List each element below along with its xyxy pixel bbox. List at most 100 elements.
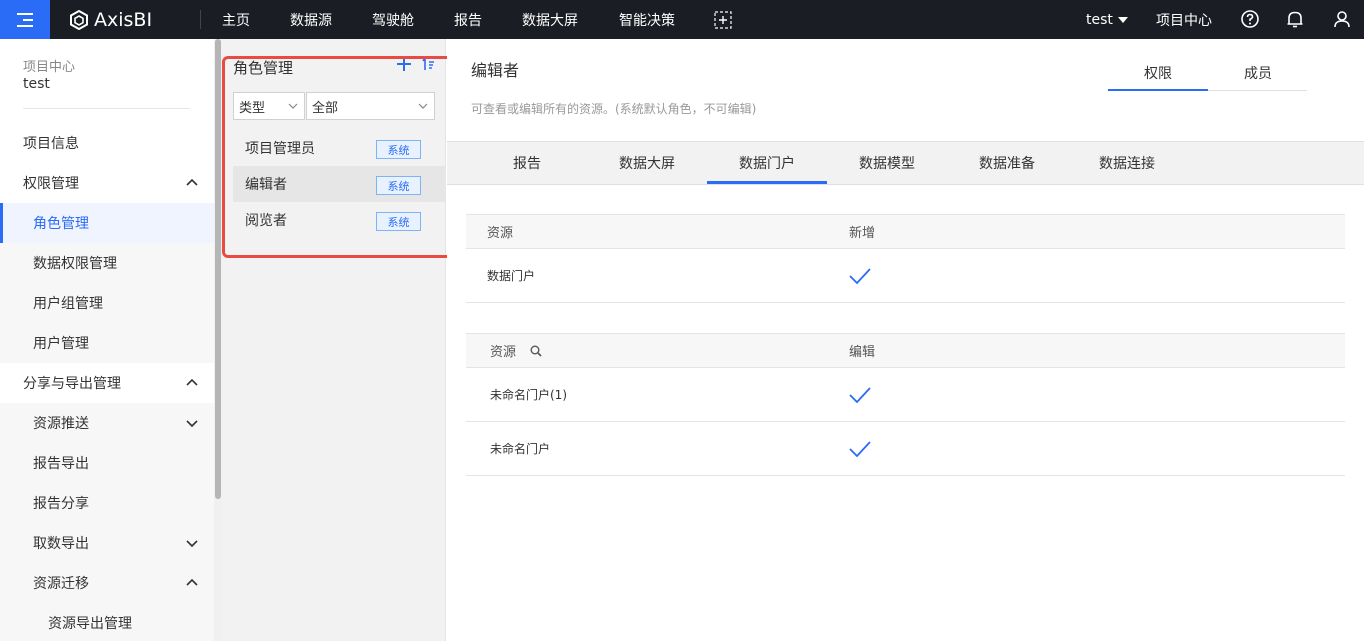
app-logo[interactable]: AxisBI bbox=[70, 0, 152, 39]
table-row: 未命名门户(1) bbox=[466, 368, 1345, 422]
sidebar-item-label: 权限管理 bbox=[23, 176, 79, 192]
nav-smart-decision[interactable]: 智能决策 bbox=[619, 10, 689, 30]
sidebar-item-resource-migration[interactable]: 资源迁移 bbox=[0, 563, 214, 603]
chevron-down-icon bbox=[186, 420, 198, 428]
check-icon bbox=[849, 267, 871, 284]
menu-icon bbox=[17, 12, 33, 27]
table-header: 资源 编辑 bbox=[466, 333, 1345, 368]
resource-name: 未命名门户 bbox=[490, 442, 551, 456]
sidebar-item-role-management[interactable]: 角色管理 bbox=[0, 203, 214, 243]
tab-data-model[interactable]: 数据模型 bbox=[827, 142, 947, 184]
role-name: 项目管理员 bbox=[245, 141, 315, 157]
table-row: 数据门户 bbox=[466, 249, 1345, 303]
help-icon[interactable] bbox=[1240, 9, 1260, 29]
sidebar-item-label: 用户管理 bbox=[33, 336, 89, 352]
resource-tab-bar: 报告 数据大屏 数据门户 数据模型 数据准备 数据连接 bbox=[447, 141, 1364, 185]
permission-cell bbox=[849, 422, 871, 475]
chevron-down-icon bbox=[418, 103, 428, 109]
role-item-editor[interactable]: 编辑者 系统 bbox=[233, 166, 446, 202]
sidebar-item-label: 取数导出 bbox=[33, 536, 89, 552]
sidebar-item-label: 资源导出管理 bbox=[48, 616, 132, 632]
user-icon[interactable] bbox=[1333, 10, 1351, 28]
chevron-up-icon bbox=[186, 378, 198, 386]
bell-icon[interactable] bbox=[1286, 9, 1304, 29]
check-icon bbox=[849, 440, 871, 457]
tab-report[interactable]: 报告 bbox=[467, 142, 587, 184]
user-menu[interactable]: test bbox=[1086, 0, 1128, 39]
check-icon bbox=[849, 386, 871, 403]
sidebar-item-report-share[interactable]: 报告分享 bbox=[0, 483, 214, 523]
column-resource: 资源 bbox=[487, 226, 514, 241]
logo-icon bbox=[70, 9, 88, 30]
resource-name: 数据门户 bbox=[487, 269, 536, 283]
tab-members[interactable]: 成员 bbox=[1208, 63, 1308, 91]
project-center-link[interactable]: 项目中心 bbox=[1156, 0, 1212, 39]
column-resource-label: 资源 bbox=[490, 345, 517, 360]
sidebar-item-report-export[interactable]: 报告导出 bbox=[0, 443, 214, 483]
scrollbar-thumb[interactable] bbox=[215, 39, 221, 499]
tab-data-prep[interactable]: 数据准备 bbox=[947, 142, 1067, 184]
tab-data-screen[interactable]: 数据大屏 bbox=[587, 142, 707, 184]
sidebar: 项目中心 test 项目信息 权限管理 角色管理 数据权限管理 用户组管理 用户… bbox=[0, 39, 214, 641]
nav-datascreen[interactable]: 数据大屏 bbox=[522, 10, 592, 30]
sidebar-item-label: 角色管理 bbox=[33, 216, 89, 232]
role-panel-title: 角色管理 bbox=[233, 59, 294, 77]
role-item-viewer[interactable]: 阅览者 系统 bbox=[233, 202, 446, 238]
sidebar-item-resource-push[interactable]: 资源推送 bbox=[0, 403, 214, 443]
column-resource: 资源 bbox=[490, 334, 542, 367]
project-center-label: 项目中心 bbox=[23, 60, 76, 75]
all-filter-select[interactable]: 全部 bbox=[306, 92, 435, 120]
project-name: test bbox=[23, 76, 50, 92]
search-icon[interactable] bbox=[530, 345, 542, 357]
type-filter-select[interactable]: 类型 bbox=[233, 92, 305, 120]
sidebar-item-label: 报告导出 bbox=[33, 456, 89, 472]
nav-cockpit[interactable]: 驾驶舱 bbox=[372, 10, 432, 30]
top-bar: AxisBI 主页 数据源 驾驶舱 报告 数据大屏 智能决策 test 项目中心 bbox=[0, 0, 1364, 39]
sidebar-item-user-group[interactable]: 用户组管理 bbox=[0, 283, 214, 323]
main-content: 编辑者 可查看或编辑所有的资源。(系统默认角色，不可编辑) 权限 成员 报告 数… bbox=[447, 39, 1364, 641]
caret-down-icon bbox=[1117, 16, 1128, 23]
chevron-down-icon bbox=[186, 540, 198, 548]
page-description: 可查看或编辑所有的资源。(系统默认角色，不可编辑) bbox=[471, 102, 757, 116]
system-badge: 系统 bbox=[376, 212, 421, 231]
sidebar-item-label: 分享与导出管理 bbox=[23, 376, 121, 392]
divider bbox=[23, 108, 190, 109]
column-add: 新增 bbox=[849, 226, 876, 241]
sidebar-item-resource-export-management[interactable]: 资源导出管理 bbox=[0, 603, 214, 641]
all-filter-value: 全部 bbox=[312, 100, 339, 116]
role-panel: 角色管理 类型 全部 项目管理员 系统 编辑者 系统 阅览者 系统 bbox=[222, 39, 446, 641]
sidebar-scrollbar[interactable] bbox=[214, 39, 222, 641]
type-filter-value: 类型 bbox=[239, 100, 266, 116]
resource-name: 未命名门户(1) bbox=[490, 388, 567, 402]
app-name: AxisBI bbox=[94, 8, 153, 31]
sidebar-item-project-info[interactable]: 项目信息 bbox=[0, 123, 214, 163]
sidebar-item-data-permission[interactable]: 数据权限管理 bbox=[0, 243, 214, 283]
tab-data-connection[interactable]: 数据连接 bbox=[1067, 142, 1187, 184]
add-icon[interactable] bbox=[396, 56, 412, 72]
chevron-down-icon bbox=[288, 103, 298, 109]
chevron-up-icon bbox=[186, 578, 198, 586]
tab-permission[interactable]: 权限 bbox=[1108, 63, 1208, 91]
permission-cell bbox=[849, 249, 871, 302]
page-title: 编辑者 bbox=[471, 61, 520, 80]
sidebar-item-label: 资源迁移 bbox=[33, 576, 89, 592]
sort-icon[interactable] bbox=[422, 57, 436, 71]
role-item-project-admin[interactable]: 项目管理员 系统 bbox=[233, 130, 446, 166]
table-header: 资源 新增 bbox=[466, 214, 1345, 249]
system-badge: 系统 bbox=[376, 140, 421, 159]
sidebar-item-share-export[interactable]: 分享与导出管理 bbox=[0, 363, 214, 403]
nav-home[interactable]: 主页 bbox=[222, 10, 262, 30]
nav-datasource[interactable]: 数据源 bbox=[290, 10, 350, 30]
sidebar-item-label: 数据权限管理 bbox=[33, 256, 117, 272]
add-dashboard-icon[interactable] bbox=[714, 11, 732, 29]
sidebar-item-data-fetch-export[interactable]: 取数导出 bbox=[0, 523, 214, 563]
user-name: test bbox=[1086, 11, 1113, 28]
menu-toggle-button[interactable] bbox=[0, 0, 50, 39]
role-name: 阅览者 bbox=[245, 213, 287, 229]
sidebar-item-permission[interactable]: 权限管理 bbox=[0, 163, 214, 203]
system-badge: 系统 bbox=[376, 176, 421, 195]
tab-data-portal[interactable]: 数据门户 bbox=[707, 142, 827, 184]
project-center-label: 项目中心 bbox=[1156, 12, 1212, 29]
nav-report[interactable]: 报告 bbox=[454, 10, 494, 30]
sidebar-item-user-management[interactable]: 用户管理 bbox=[0, 323, 214, 363]
